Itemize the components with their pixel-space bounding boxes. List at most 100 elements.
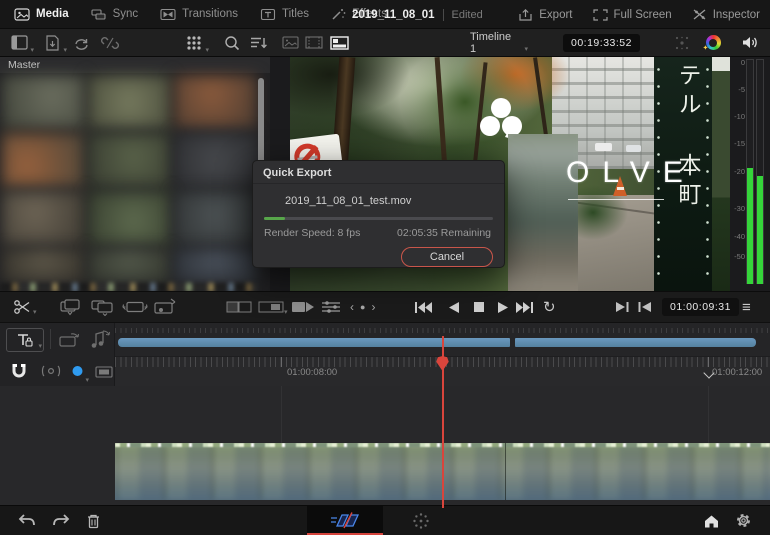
watermark-underline — [568, 199, 664, 200]
trim-view-button[interactable]: ▾ — [258, 292, 288, 322]
thumbnail-grid-button[interactable]: ▾ — [182, 29, 206, 56]
caret-down-icon: ▾ — [284, 309, 288, 316]
scrubber-segment[interactable] — [118, 338, 510, 347]
tab-sync[interactable]: Sync — [91, 8, 139, 21]
search-button[interactable] — [221, 29, 243, 56]
media-filmstrip-row[interactable] — [0, 283, 258, 291]
flag-clip-button[interactable] — [95, 365, 113, 383]
meter-scale-label: -10 — [730, 112, 745, 121]
undo-button[interactable] — [18, 506, 36, 535]
redo-button[interactable] — [52, 506, 70, 535]
tab-transitions-label: Transitions — [182, 8, 238, 20]
match-frame-button[interactable] — [637, 292, 652, 322]
meter-channel-left — [746, 59, 754, 284]
tools-button[interactable] — [321, 292, 341, 322]
ruler-timecode-label: 01:00:12:00 — [712, 367, 762, 378]
export-button[interactable]: Export — [518, 8, 572, 22]
panel-layout-button[interactable]: ▾ — [8, 29, 30, 56]
media-thumbnail[interactable] — [88, 75, 171, 129]
sort-button[interactable] — [247, 29, 271, 56]
marker-button[interactable]: ▾ — [71, 365, 85, 383]
media-thumbnail[interactable] — [2, 191, 85, 245]
home-button[interactable] — [703, 506, 720, 535]
media-thumbnail[interactable] — [174, 133, 257, 187]
source-timecode: 00:19:33:52 — [563, 29, 640, 56]
caret-down-icon: ▾ — [33, 309, 37, 316]
place-on-top-button[interactable] — [152, 292, 178, 322]
media-thumbnail[interactable] — [174, 191, 257, 245]
trim-mode-button[interactable] — [226, 292, 252, 322]
view-strip-button-active[interactable] — [327, 29, 351, 56]
clip-edit-point[interactable] — [505, 443, 506, 500]
jog-control[interactable]: ‹ ● › — [350, 292, 381, 322]
bin-header[interactable]: Master — [0, 57, 270, 73]
sparkle-icon — [674, 35, 690, 51]
resync-button[interactable] — [70, 29, 92, 56]
view-thumbnail-button[interactable] — [279, 29, 301, 56]
tab-titles[interactable]: Titles — [260, 8, 309, 21]
snapping-button[interactable] — [10, 362, 28, 385]
audio-monitor-button[interactable] — [737, 29, 763, 56]
inspector-button[interactable]: Inspector — [692, 8, 760, 21]
trim-tool-button[interactable]: ▾ — [6, 328, 44, 352]
parked-car — [595, 143, 612, 151]
bottom-bar — [0, 505, 770, 535]
media-thumbnail[interactable] — [2, 75, 85, 129]
media-thumbnail[interactable] — [88, 249, 171, 283]
view-filmstrip-button[interactable] — [303, 29, 325, 56]
play-button[interactable] — [497, 292, 510, 322]
sync-audio-button[interactable] — [88, 328, 112, 355]
media-thumbnail[interactable] — [174, 249, 257, 283]
timeline-selector[interactable]: Timeline 1 ▾ — [470, 29, 520, 56]
caret-down-icon: ▾ — [30, 47, 34, 54]
stop-button[interactable] — [473, 292, 485, 322]
meter-level-right — [757, 176, 763, 284]
meter-scale-label: 0 — [730, 58, 745, 67]
caret-down-icon: ▾ — [63, 47, 67, 54]
scrubber-segment[interactable] — [515, 338, 756, 347]
ruler-major-tick — [708, 357, 709, 367]
media-thumbnail[interactable] — [88, 191, 171, 245]
trash-icon — [86, 513, 101, 529]
track-area[interactable] — [0, 386, 770, 505]
audio-scrub-button[interactable] — [40, 364, 62, 383]
scissors-icon — [13, 299, 31, 315]
media-thumbnail[interactable] — [2, 133, 85, 187]
media-thumbnail[interactable] — [2, 249, 85, 283]
dotted-circle-icon — [412, 512, 430, 530]
color-grade-button[interactable]: ✦ — [700, 29, 726, 56]
project-status: Edited — [452, 9, 483, 21]
tab-transitions[interactable]: Transitions — [160, 8, 238, 21]
overwrite-clip-button[interactable] — [122, 292, 148, 322]
delete-button[interactable] — [86, 506, 101, 535]
import-media-button[interactable]: ▾ — [41, 29, 63, 56]
cancel-button[interactable]: Cancel — [401, 247, 493, 267]
split-clip-button[interactable]: ▾ — [13, 292, 35, 322]
media-thumbnail[interactable] — [174, 75, 257, 129]
quick-export-dialog: Quick Export 2019_11_08_01_test.mov Rend… — [252, 160, 505, 268]
sync-clip-button[interactable] — [58, 329, 82, 354]
unlink-clips-button[interactable] — [99, 29, 121, 56]
play-around-button[interactable] — [615, 292, 630, 322]
play-reverse-button[interactable] — [447, 292, 460, 322]
append-clip-button[interactable] — [90, 292, 114, 322]
color-page-button[interactable] — [412, 506, 430, 535]
cut-page-button[interactable] — [307, 506, 383, 535]
smart-insert-button[interactable] — [58, 292, 82, 322]
settings-button[interactable] — [735, 506, 752, 535]
speaker-icon — [741, 35, 759, 50]
dialog-title: Quick Export — [263, 167, 331, 179]
media-thumbnail[interactable] — [88, 133, 171, 187]
tab-media-label: Media — [36, 8, 69, 20]
go-to-end-button[interactable] — [515, 292, 534, 322]
fullscreen-icon — [593, 9, 608, 21]
loop-button[interactable]: ↻ — [543, 292, 556, 322]
sync-icon — [91, 8, 107, 21]
go-to-start-button[interactable] — [414, 292, 433, 322]
meter-channel-right — [756, 59, 764, 284]
stabilize-button[interactable] — [669, 29, 695, 56]
timeline-options-button[interactable]: ≡ — [742, 292, 751, 322]
boring-detector-button[interactable] — [291, 292, 315, 322]
tab-media[interactable]: Media — [14, 8, 69, 21]
fullscreen-button[interactable]: Full Screen — [593, 9, 672, 21]
